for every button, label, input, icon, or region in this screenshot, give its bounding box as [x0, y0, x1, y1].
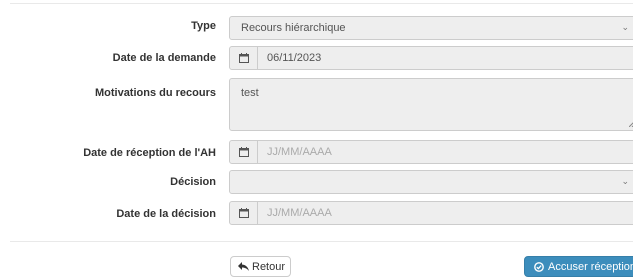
top-divider [10, 3, 633, 4]
circle-check-icon [534, 261, 544, 272]
resize-handle-icon[interactable] [629, 121, 633, 127]
chevron-down-icon: ⌄ [621, 22, 629, 32]
decision-label: Décision [170, 176, 216, 188]
calendar-icon[interactable] [230, 202, 258, 224]
date-decision-input[interactable]: JJ/MM/AAAA [229, 201, 633, 225]
date-decision-placeholder: JJ/MM/AAAA [267, 207, 332, 219]
motivations-label: Motivations du recours [94, 87, 216, 99]
decision-select[interactable]: ⌄ [229, 170, 633, 194]
date-demande-input[interactable]: 06/11/2023 [229, 46, 633, 70]
type-label: Type [191, 20, 216, 32]
acknowledge-receipt-label: Accuser réception [548, 260, 633, 273]
motivations-textarea[interactable]: test [229, 78, 633, 131]
calendar-icon[interactable] [230, 47, 258, 69]
calendar-icon[interactable] [230, 141, 258, 163]
date-reception-label: Date de réception de l'AH [83, 147, 216, 159]
reply-icon [238, 262, 249, 271]
date-decision-label: Date de la décision [116, 208, 216, 220]
type-select[interactable]: Recours hiérarchique ⌄ [229, 16, 633, 40]
bottom-divider [10, 241, 633, 242]
date-demande-value: 06/11/2023 [267, 52, 322, 64]
back-button-label: Retour [252, 260, 286, 273]
type-select-value: Recours hiérarchique [241, 22, 346, 34]
date-demande-label: Date de la demande [112, 52, 216, 64]
chevron-down-icon: ⌄ [621, 176, 629, 186]
motivations-value: test [241, 87, 259, 99]
date-reception-input[interactable]: JJ/MM/AAAA [229, 140, 633, 164]
date-reception-placeholder: JJ/MM/AAAA [267, 146, 332, 158]
